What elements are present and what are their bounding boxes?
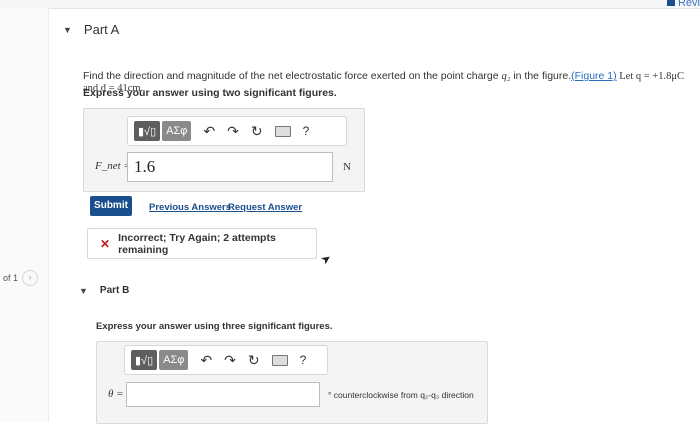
answer-input[interactable]: 1.6 — [127, 152, 333, 182]
part-b-header[interactable]: ▼ Part B — [79, 285, 129, 296]
review-label: Revi — [677, 0, 700, 9]
reset-icon[interactable]: ↻ — [248, 353, 260, 367]
redo-icon[interactable]: ↷ — [227, 124, 239, 138]
feedback-text: Incorrect; Try Again; 2 attempts remaini… — [118, 231, 276, 256]
part-a-instruction: Express your answer using two significan… — [83, 87, 337, 99]
pager: of 1 › — [3, 270, 39, 286]
incorrect-icon: ✕ — [100, 236, 111, 251]
request-answer-link[interactable]: Request Answer — [228, 202, 302, 213]
math-toolbar: ▮√▯ ΑΣφ ↶ ↷ ↻ ? — [124, 345, 328, 375]
figure-link[interactable]: (Figure 1) — [571, 70, 617, 82]
top-bar — [0, 0, 700, 9]
keyboard-icon[interactable] — [274, 125, 291, 137]
redo-icon[interactable]: ↷ — [224, 353, 236, 367]
question-text-start: Find the direction and magnitude of the … — [83, 70, 502, 82]
feedback-box: ✕ Incorrect; Try Again; 2 attempts remai… — [87, 228, 317, 259]
templates-button[interactable]: ▮√▯ — [134, 121, 161, 141]
unit-label: N — [343, 161, 351, 173]
symbols-button[interactable]: ΑΣφ — [159, 350, 189, 370]
left-rail — [0, 8, 49, 422]
part-a-title: Part A — [83, 22, 120, 37]
part-b-title: Part B — [99, 285, 130, 296]
undo-icon[interactable]: ↶ — [203, 124, 215, 138]
submit-button[interactable]: Submit — [90, 196, 132, 216]
previous-answers-link[interactable]: Previous Answers — [149, 202, 231, 213]
help-icon[interactable]: ? — [300, 354, 307, 366]
undo-icon[interactable]: ↶ — [200, 353, 212, 367]
templates-button[interactable]: ▮√▯ — [131, 350, 158, 370]
math-toolbar: ▮√▯ ΑΣφ ↶ ↷ ↻ ? — [127, 116, 347, 146]
part-a-header[interactable]: ▼ Part A — [63, 22, 119, 37]
variable-label: θ = — [108, 388, 124, 400]
mouse-cursor-icon: ➤ — [317, 250, 335, 268]
review-icon — [666, 0, 675, 7]
reset-icon[interactable]: ↻ — [251, 124, 263, 138]
part-b-instruction: Express your answer using three signific… — [96, 321, 333, 332]
variable-label: F_net = — [95, 160, 131, 172]
unit-label: ° counterclockwise from q₂-q₃ direction — [328, 390, 474, 400]
symbols-button[interactable]: ΑΣφ — [162, 121, 192, 141]
angle-input[interactable] — [126, 382, 320, 407]
pager-position: of 1 — [3, 273, 19, 283]
keyboard-icon[interactable] — [271, 354, 288, 366]
collapse-caret-icon[interactable]: ▼ — [63, 25, 72, 35]
next-item-button[interactable]: › — [22, 270, 39, 286]
question-text-mid: in the figure. — [510, 70, 572, 82]
collapse-caret-icon[interactable]: ▼ — [79, 286, 88, 296]
review-link[interactable]: Revi — [666, 0, 700, 9]
help-icon[interactable]: ? — [303, 125, 310, 137]
